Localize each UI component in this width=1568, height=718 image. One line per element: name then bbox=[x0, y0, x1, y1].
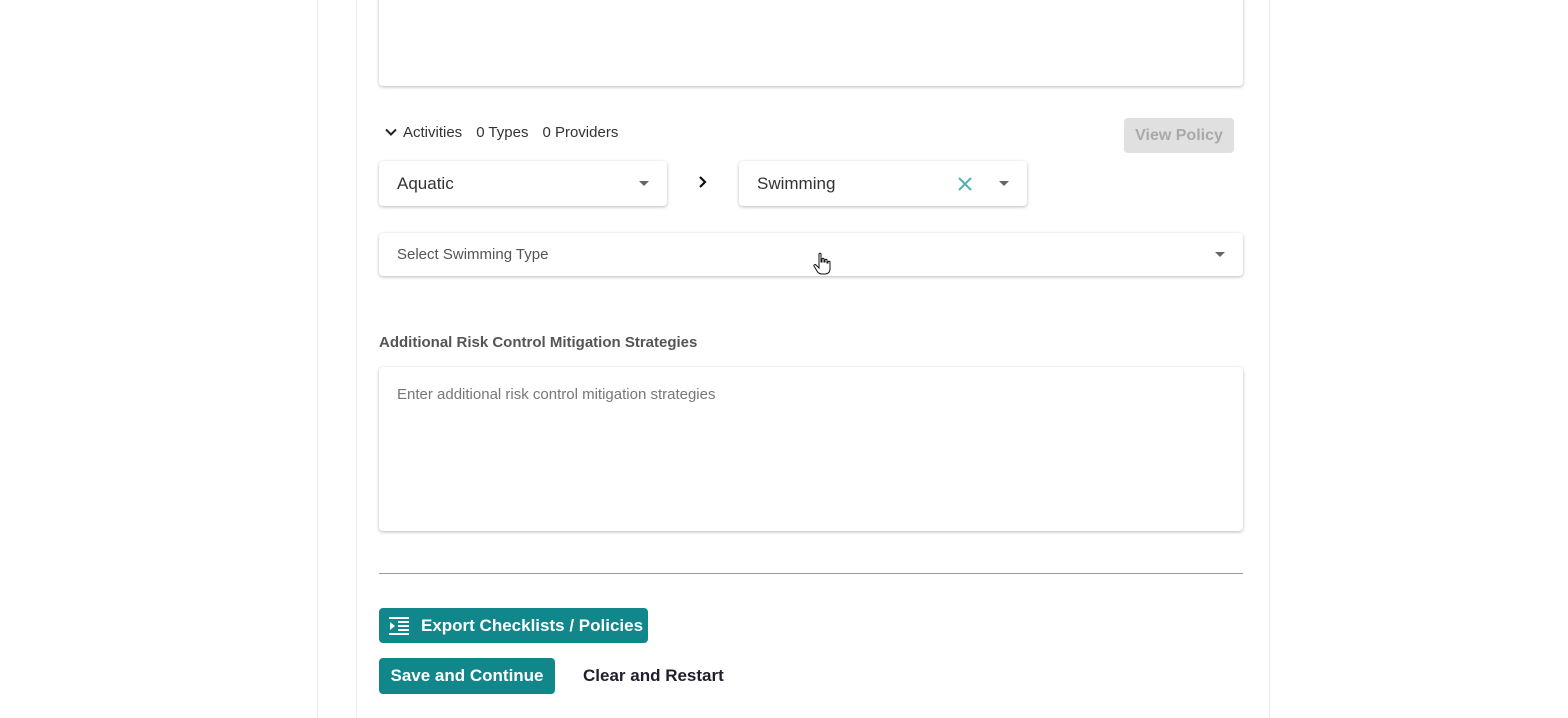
content-border-right bbox=[1269, 0, 1270, 718]
caret-down-icon bbox=[999, 181, 1009, 186]
chevron-right-icon bbox=[699, 176, 707, 188]
mitigation-label: Additional Risk Control Mitigation Strat… bbox=[379, 334, 698, 351]
chevron-down-icon[interactable] bbox=[384, 125, 398, 139]
mitigation-textarea-container bbox=[379, 367, 1243, 531]
save-and-continue-button[interactable]: Save and Continue bbox=[379, 658, 555, 694]
providers-count: 0 Providers bbox=[542, 123, 619, 141]
activity-category-select[interactable]: Aquatic bbox=[379, 161, 667, 206]
caret-down-icon bbox=[1215, 252, 1225, 257]
list-indent-icon bbox=[389, 616, 409, 635]
previous-textarea[interactable] bbox=[379, 0, 1243, 86]
activity-value: Swimming bbox=[757, 173, 836, 193]
export-label: Export Checklists / Policies bbox=[421, 615, 644, 635]
hand-cursor-icon bbox=[813, 252, 831, 275]
view-policy-button[interactable]: View Policy bbox=[1124, 118, 1234, 153]
activities-toggle-label[interactable]: Activities bbox=[403, 124, 462, 141]
category-value: Aquatic bbox=[397, 173, 454, 193]
export-checklists-button[interactable]: Export Checklists / Policies bbox=[379, 608, 648, 643]
close-icon[interactable] bbox=[957, 176, 973, 192]
divider bbox=[379, 573, 1243, 574]
activity-select[interactable]: Swimming bbox=[739, 161, 1027, 206]
page-border-left bbox=[317, 0, 318, 718]
swimming-type-select[interactable]: Select Swimming Type bbox=[379, 233, 1243, 276]
types-count: 0 Types bbox=[476, 123, 529, 141]
activities-header: Activities 0 Types 0 Providers bbox=[384, 122, 618, 142]
content-border-left bbox=[356, 0, 357, 718]
mitigation-textarea[interactable] bbox=[397, 386, 1225, 512]
caret-down-icon bbox=[639, 181, 649, 186]
clear-and-restart-button[interactable]: Clear and Restart bbox=[583, 664, 724, 688]
swimming-type-placeholder: Select Swimming Type bbox=[397, 246, 549, 263]
